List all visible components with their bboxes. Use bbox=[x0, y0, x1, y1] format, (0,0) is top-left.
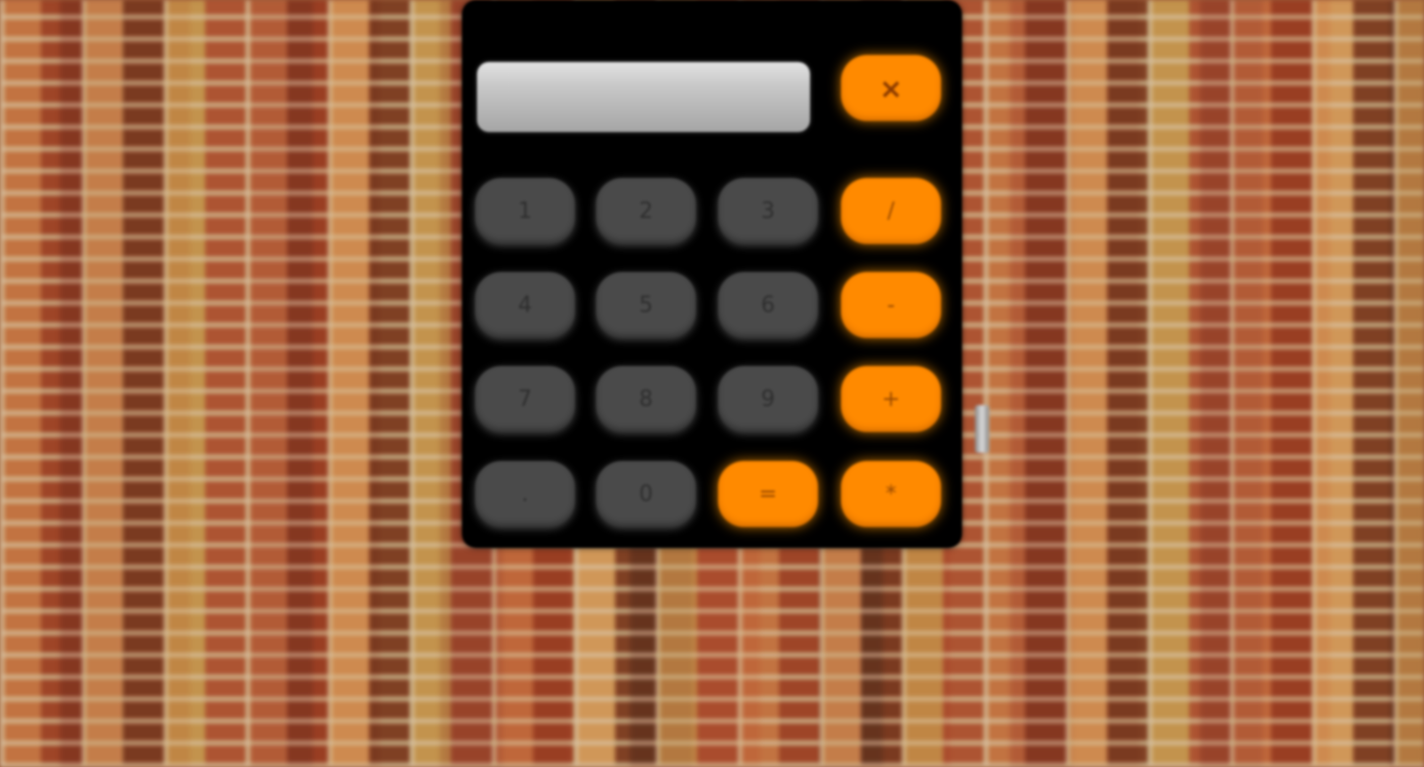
key-7-button[interactable]: 7 bbox=[475, 366, 575, 432]
calculator-body: × 1 2 3 / 4 5 6 - 7 8 9 + . 0 = * bbox=[462, 0, 962, 548]
minus-button[interactable]: - bbox=[841, 272, 941, 338]
clear-button[interactable]: × bbox=[841, 55, 941, 121]
key-9-button[interactable]: 9 bbox=[718, 366, 818, 432]
calculator-display bbox=[477, 62, 810, 132]
decimal-button[interactable]: . bbox=[475, 461, 575, 527]
key-5-button[interactable]: 5 bbox=[596, 272, 696, 338]
key-4-button[interactable]: 4 bbox=[475, 272, 575, 338]
key-0-button[interactable]: 0 bbox=[596, 461, 696, 527]
key-8-button[interactable]: 8 bbox=[596, 366, 696, 432]
equals-button[interactable]: = bbox=[718, 461, 818, 527]
plus-button[interactable]: + bbox=[841, 366, 941, 432]
key-1-button[interactable]: 1 bbox=[475, 178, 575, 244]
resize-handle[interactable] bbox=[975, 405, 989, 453]
key-3-button[interactable]: 3 bbox=[718, 178, 818, 244]
divide-button[interactable]: / bbox=[841, 178, 941, 244]
key-6-button[interactable]: 6 bbox=[718, 272, 818, 338]
multiply-button[interactable]: * bbox=[841, 461, 941, 527]
key-2-button[interactable]: 2 bbox=[596, 178, 696, 244]
